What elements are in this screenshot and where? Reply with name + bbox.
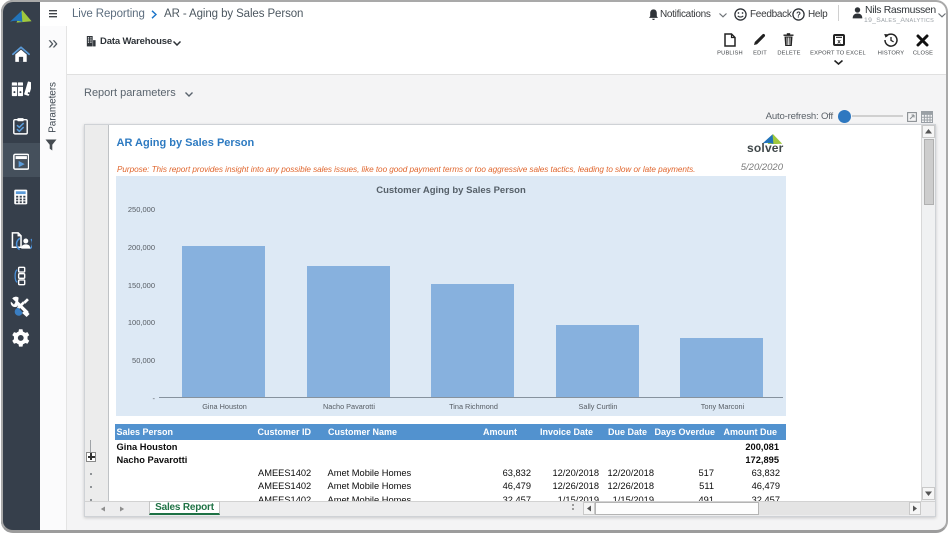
svg-text:?: ? bbox=[796, 10, 801, 19]
svg-text:x: x bbox=[837, 38, 841, 45]
